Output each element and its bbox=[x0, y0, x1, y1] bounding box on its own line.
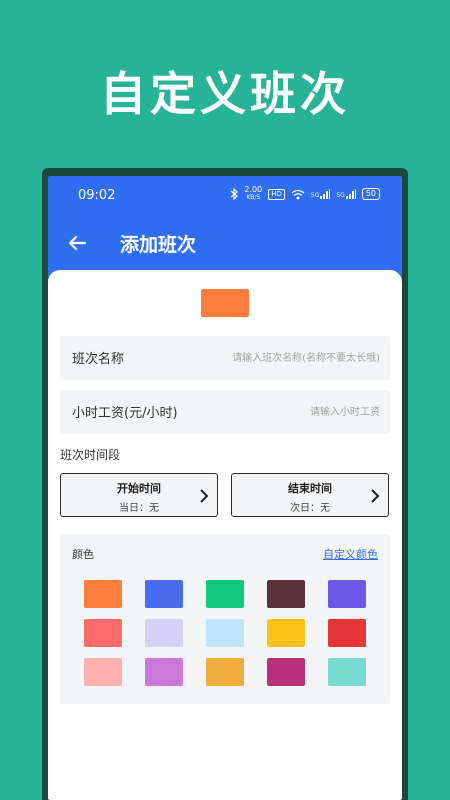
battery-icon: 50 bbox=[361, 188, 380, 200]
shift-name-field[interactable]: 班次名称 bbox=[60, 336, 390, 380]
status-bar: 09:02 2.00 KB/S HD 5G 5G 50 bbox=[48, 176, 402, 214]
status-icons: 2.00 KB/S HD 5G 5G 50 bbox=[230, 186, 380, 202]
app-bar: 添加班次 bbox=[48, 220, 402, 266]
start-time-title: 开始时间 bbox=[117, 482, 161, 495]
hourly-wage-label: 小时工资(元/小时) bbox=[72, 406, 178, 421]
color-swatch[interactable] bbox=[145, 619, 183, 647]
color-swatch[interactable] bbox=[267, 619, 305, 647]
shift-name-label: 班次名称 bbox=[72, 352, 125, 367]
custom-color-link[interactable]: 自定义颜色 bbox=[323, 546, 378, 562]
color-swatch[interactable] bbox=[206, 580, 244, 608]
end-time-button[interactable]: 结束时间 次日：无 bbox=[231, 473, 389, 517]
color-swatch[interactable] bbox=[84, 619, 122, 647]
color-swatch[interactable] bbox=[206, 658, 244, 686]
page-title: 添加班次 bbox=[120, 234, 197, 256]
chevron-right-icon bbox=[368, 488, 382, 504]
signal-icon-1: 5G bbox=[311, 189, 331, 199]
shift-name-input[interactable] bbox=[190, 346, 380, 370]
form-content: 班次名称 小时工资(元/小时) 班次时间段 开始时间 当日：无 结束时间 次日：… bbox=[48, 270, 402, 800]
color-swatch[interactable] bbox=[145, 580, 183, 608]
hourly-wage-input[interactable] bbox=[190, 400, 380, 424]
color-swatch[interactable] bbox=[145, 658, 183, 686]
bluetooth-icon bbox=[230, 188, 239, 200]
hourly-wage-field[interactable]: 小时工资(元/小时) bbox=[60, 390, 390, 434]
wifi-icon bbox=[291, 189, 305, 200]
color-swatch[interactable] bbox=[328, 580, 366, 608]
app-screen: 09:02 2.00 KB/S HD 5G 5G 50 添加班次 班次名称 请输… bbox=[48, 176, 402, 800]
hd-icon: HD bbox=[268, 188, 285, 200]
color-swatch[interactable] bbox=[84, 580, 122, 608]
color-swatch[interactable] bbox=[328, 658, 366, 686]
signal-icon-2: 5G bbox=[336, 189, 356, 199]
start-time-value: 当日：无 bbox=[119, 503, 159, 514]
status-time: 09:02 bbox=[78, 188, 116, 203]
color-swatch[interactable] bbox=[328, 619, 366, 647]
color-swatch[interactable] bbox=[267, 658, 305, 686]
color-preview bbox=[201, 289, 249, 317]
promo-title: 自定义班次 bbox=[100, 67, 350, 121]
color-swatch[interactable] bbox=[206, 619, 244, 647]
start-time-button[interactable]: 开始时间 当日：无 bbox=[60, 473, 218, 517]
chevron-right-icon bbox=[197, 488, 211, 504]
period-section-label: 班次时间段 bbox=[60, 448, 121, 462]
color-swatch[interactable] bbox=[267, 580, 305, 608]
back-arrow-icon[interactable] bbox=[66, 232, 88, 254]
color-label: 颜色 bbox=[72, 548, 94, 561]
color-swatch[interactable] bbox=[84, 658, 122, 686]
color-panel: 颜色 自定义颜色 bbox=[60, 534, 390, 704]
network-speed: 2.00 KB/S bbox=[244, 185, 263, 202]
end-time-value: 次日：无 bbox=[290, 503, 330, 514]
end-time-title: 结束时间 bbox=[288, 482, 332, 495]
